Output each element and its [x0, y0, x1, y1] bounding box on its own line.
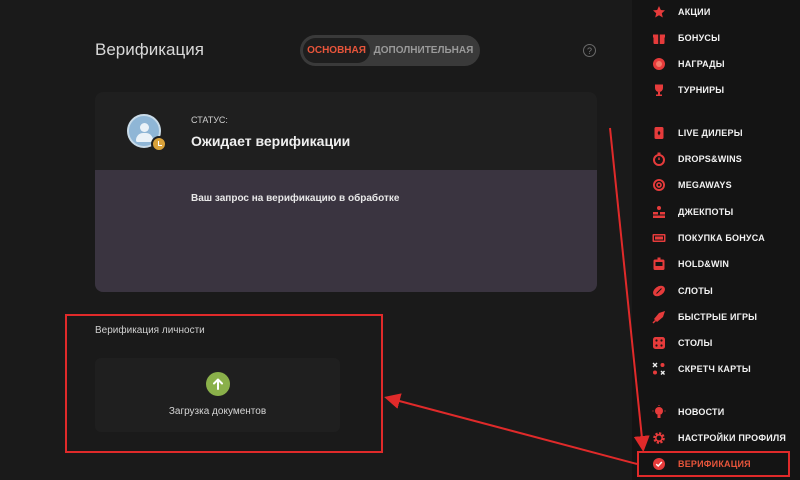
- status-header: СТАТУС: Ожидает верификации: [95, 92, 597, 170]
- sidebar-item-live-dealers[interactable]: LIVE ДИЛЕРЫ: [632, 122, 800, 144]
- sidebar-item-label: АКЦИИ: [678, 7, 711, 17]
- card-icon: [652, 126, 666, 140]
- sidebar-item-label: DROPS&WINS: [678, 154, 743, 164]
- sidebar-item-label: HOLD&WIN: [678, 259, 730, 269]
- dice-icon: [652, 336, 666, 350]
- status-card: СТАТУС: Ожидает верификации Ваш запрос н…: [95, 92, 597, 292]
- coins-icon: [652, 205, 666, 219]
- stopwatch-icon: [652, 152, 666, 166]
- sidebar-item-label: БОНУСЫ: [678, 33, 721, 43]
- status-label: СТАТУС:: [191, 115, 228, 125]
- status-message: Ваш запрос на верификацию в обработке: [191, 193, 400, 204]
- medal-icon: [652, 57, 666, 71]
- sidebar-item-hold-win[interactable]: HOLD&WIN: [632, 253, 800, 275]
- tab-additional[interactable]: ДОПОЛНИТЕЛЬНАЯ: [370, 38, 477, 63]
- verification-highlight-box: [637, 451, 790, 477]
- sidebar-item-fast-games[interactable]: БЫСТРЫЕ ИГРЫ: [632, 306, 800, 328]
- rocket-icon: [652, 310, 666, 324]
- sidebar-item-profile-settings[interactable]: НАСТРОЙКИ ПРОФИЛЯ: [632, 427, 800, 449]
- sidebar-item-megaways[interactable]: MEGAWAYS: [632, 174, 800, 196]
- status-value: Ожидает верификации: [191, 133, 351, 149]
- spiral-icon: [652, 178, 666, 192]
- sidebar-item-tournaments[interactable]: ТУРНИРЫ: [632, 79, 800, 101]
- sidebar: АКЦИИ БОНУСЫ НАГРАДЫ ТУРНИРЫ LIVE ДИЛЕРЫ…: [632, 0, 800, 480]
- sidebar-item-tables[interactable]: СТОЛЫ: [632, 332, 800, 354]
- sidebar-item-label: ДЖЕКПОТЫ: [678, 207, 734, 217]
- ticket-icon: [652, 231, 666, 245]
- sidebar-item-bonuses[interactable]: БОНУСЫ: [632, 27, 800, 49]
- star-icon: [652, 5, 666, 19]
- gear-icon: [652, 431, 666, 445]
- clock-icon: [151, 136, 167, 152]
- sidebar-item-label: НАСТРОЙКИ ПРОФИЛЯ: [678, 433, 787, 443]
- bulb-icon: [652, 405, 666, 419]
- sidebar-item-bonus-buy[interactable]: ПОКУПКА БОНУСА: [632, 227, 800, 249]
- sidebar-item-label: НОВОСТИ: [678, 407, 725, 417]
- slot-machine-icon: [652, 257, 666, 271]
- tab-switcher: ОСНОВНАЯ ДОПОЛНИТЕЛЬНАЯ: [300, 35, 480, 66]
- sidebar-item-label: LIVE ДИЛЕРЫ: [678, 128, 743, 138]
- sidebar-item-label: ТУРНИРЫ: [678, 85, 725, 95]
- sidebar-item-promotions[interactable]: АКЦИИ: [632, 1, 800, 23]
- sidebar-item-label: СТОЛЫ: [678, 338, 713, 348]
- sidebar-item-label: СКРЕТЧ КАРТЫ: [678, 364, 751, 374]
- ball-icon: [652, 284, 666, 298]
- sidebar-item-label: ПОКУПКА БОНУСА: [678, 233, 765, 243]
- gift-icon: [652, 31, 666, 45]
- page-title: Верификация: [95, 40, 204, 59]
- help-icon[interactable]: ?: [583, 44, 596, 57]
- sidebar-item-label: НАГРАДЫ: [678, 59, 725, 69]
- sidebar-item-label: СЛОТЫ: [678, 286, 713, 296]
- sidebar-item-drops-wins[interactable]: DROPS&WINS: [632, 148, 800, 170]
- identity-highlight-box: [65, 314, 383, 453]
- sidebar-item-jackpots[interactable]: ДЖЕКПОТЫ: [632, 201, 800, 223]
- sidebar-item-rewards[interactable]: НАГРАДЫ: [632, 53, 800, 75]
- trophy-icon: [652, 83, 666, 97]
- status-details: Ваш запрос на верификацию в обработке: [95, 170, 597, 292]
- sidebar-item-news[interactable]: НОВОСТИ: [632, 401, 800, 423]
- scratch-icon: [652, 362, 666, 376]
- sidebar-item-label: MEGAWAYS: [678, 180, 732, 190]
- sidebar-item-label: БЫСТРЫЕ ИГРЫ: [678, 312, 758, 322]
- tab-main[interactable]: ОСНОВНАЯ: [303, 38, 370, 63]
- sidebar-item-scratch-cards[interactable]: СКРЕТЧ КАРТЫ: [632, 358, 800, 380]
- sidebar-item-slots[interactable]: СЛОТЫ: [632, 280, 800, 302]
